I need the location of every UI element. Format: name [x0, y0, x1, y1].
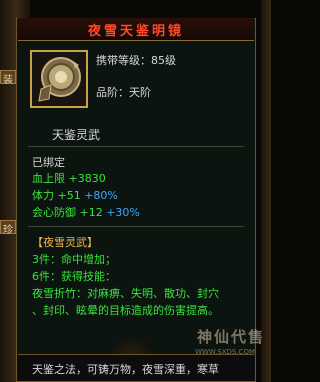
item-grade: 品阶：天阶 [96, 86, 151, 99]
stat-percent: +80% [84, 189, 118, 202]
tooltip-titlebar: 夜雪天鉴明镜 [18, 18, 254, 41]
divider [28, 226, 244, 227]
side-tab-treasure[interactable]: 珍 [0, 220, 16, 236]
side-tab-label: 珍 [3, 225, 13, 236]
stat-row: 体力 +51 +80% [32, 187, 118, 203]
stat-name: 会心防御 [32, 206, 76, 219]
side-tab-label: 装 [3, 75, 13, 86]
set-name: 【夜雪灵武】 [32, 236, 98, 249]
stat-value: +12 [79, 206, 103, 219]
stat-row: 血上限 +3830 [32, 170, 106, 186]
set-bonus-line: 3件：命中增加； [32, 253, 116, 266]
divider [28, 146, 244, 147]
watermark-text: 神仙代售 [196, 328, 265, 346]
bound-status: 已绑定 [32, 156, 65, 169]
item-icon-frame[interactable] [30, 50, 88, 108]
skill-description: 、封印、眩晕的目标造成的伤害提高。 [32, 304, 219, 317]
item-description-bar: 天鉴之法，可铸万物，夜雪深重，寒草 [18, 354, 254, 381]
side-tab-equip[interactable]: 装 [0, 70, 16, 86]
stat-value: +3830 [68, 172, 106, 185]
stat-row: 会心防御 +12 +30% [32, 204, 140, 220]
background-right-border [261, 0, 271, 382]
item-title: 夜雪天鉴明镜 [87, 23, 184, 39]
item-description: 天鉴之法，可铸万物，夜雪深重，寒草 [32, 363, 219, 376]
stat-name: 体力 [32, 189, 54, 202]
stat-name: 血上限 [32, 172, 65, 185]
stat-value: +51 [57, 189, 81, 202]
mirror-icon [38, 57, 81, 102]
set-bonus-line: 6件：获得技能： [32, 270, 116, 283]
item-level-requirement: 携带等级：85级 [96, 54, 176, 67]
stat-percent: +30% [106, 206, 140, 219]
item-name: 天鉴灵武 [52, 128, 101, 142]
skill-description: 夜雪折竹：对麻痹、失明、散功、封穴 [32, 287, 219, 300]
